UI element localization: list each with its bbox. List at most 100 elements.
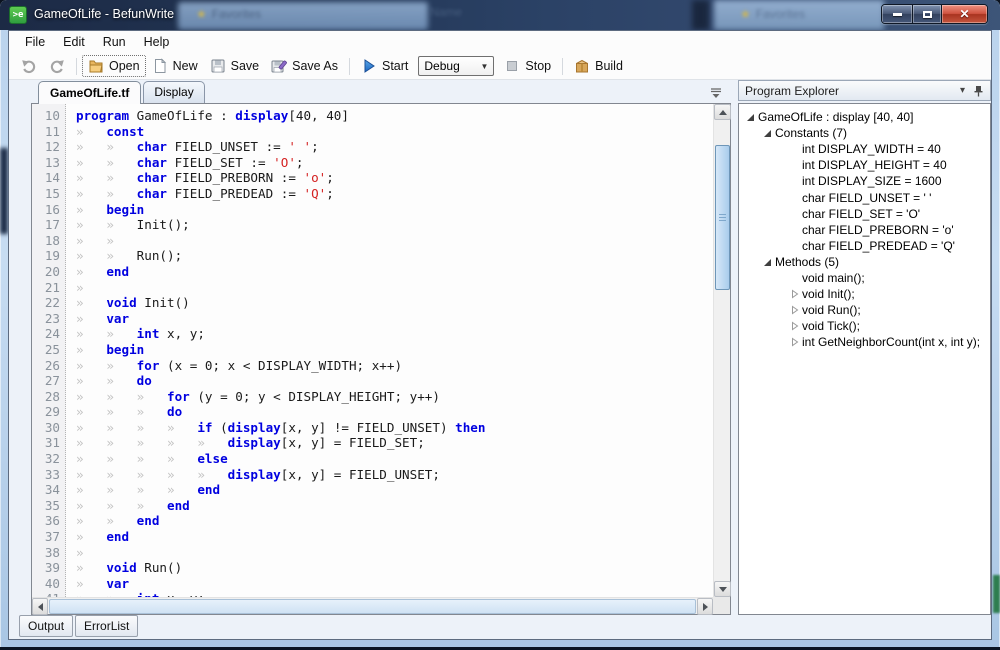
tree-item[interactable]: char FIELD_PREBORN = 'o' — [739, 222, 990, 238]
line-number: 16 — [32, 202, 66, 218]
glass-edge-ghost — [993, 575, 1000, 613]
start-button[interactable]: Start — [355, 55, 414, 77]
tab-whitespace-glyphs: » » » » — [76, 482, 197, 497]
debug-mode-select[interactable]: Debug ▼ — [418, 56, 494, 76]
code-token: FIELD_UNSET := — [167, 139, 288, 154]
menu-help[interactable]: Help — [135, 33, 179, 51]
line-number: 15 — [32, 186, 66, 202]
tab-whitespace-glyphs: » » — [76, 186, 137, 201]
code-line: 17» » Init(); — [32, 217, 713, 233]
panel-menu-icon[interactable]: ▾ — [960, 85, 965, 96]
code-token: ; — [326, 170, 334, 185]
code-line: 23» var — [32, 311, 713, 327]
menu-edit[interactable]: Edit — [54, 33, 94, 51]
ghost-favorites-label: ★ Favorites — [196, 7, 261, 21]
program-explorer-header[interactable]: Program Explorer ▾ — [738, 80, 991, 101]
menu-file[interactable]: File — [16, 33, 54, 51]
tab-whitespace-glyphs: » » — [76, 326, 137, 341]
window-title: GameOfLife - BefunWrite — [34, 7, 174, 21]
tree-item[interactable]: Methods (5) — [739, 254, 990, 270]
build-button[interactable]: Build — [568, 55, 629, 77]
minimize-icon — [893, 13, 902, 16]
tree-item[interactable]: char FIELD_SET = 'O' — [739, 206, 990, 222]
code-line: 10program GameOfLife : display[40, 40] — [32, 108, 713, 124]
main-content: GameOfLife.tf Display 10program GameOfLi… — [9, 80, 991, 613]
tab-output[interactable]: Output — [19, 615, 73, 637]
tree-item[interactable]: GameOfLife : display [40, 40] — [739, 109, 990, 125]
tree-item-label: char FIELD_SET = 'O' — [802, 207, 920, 221]
close-button[interactable]: ✕ — [942, 5, 987, 23]
line-number: 22 — [32, 295, 66, 311]
line-number: 14 — [32, 170, 66, 186]
minimize-button[interactable] — [882, 5, 913, 23]
redo-button[interactable] — [43, 55, 71, 77]
tree-item[interactable]: Constants (7) — [739, 125, 990, 141]
menu-run[interactable]: Run — [94, 33, 135, 51]
tab-errorlist[interactable]: ErrorList — [75, 615, 138, 637]
line-number: 20 — [32, 264, 66, 280]
keyword-token: end — [106, 264, 129, 279]
save-button[interactable]: Save — [204, 55, 266, 77]
line-number: 18 — [32, 233, 66, 249]
title-bar[interactable]: ★ Favorites Name ★ Favorites >e GameOfLi… — [0, 0, 1000, 30]
tab-gameoflife-tf[interactable]: GameOfLife.tf — [38, 81, 141, 104]
string-token: 'O' — [273, 155, 296, 170]
code-text: » » char FIELD_SET := 'O'; — [66, 155, 304, 171]
save-as-button[interactable]: Save As — [265, 55, 344, 77]
tab-whitespace-glyphs: » » — [76, 373, 137, 388]
pin-icon[interactable] — [973, 85, 984, 97]
keyword-token: end — [106, 529, 129, 544]
tree-item[interactable]: int DISPLAY_HEIGHT = 40 — [739, 157, 990, 173]
new-button[interactable]: New — [146, 55, 204, 77]
tree-item-label: Methods (5) — [775, 255, 839, 269]
arrow-left-icon — [38, 603, 43, 611]
tree-item[interactable]: int DISPLAY_WIDTH = 40 — [739, 141, 990, 157]
code-line: 31» » » » » display[x, y] = FIELD_SET; — [32, 435, 713, 451]
tree-item[interactable]: void Tick(); — [739, 318, 990, 334]
tree-item[interactable]: char FIELD_PREDEAD = 'Q' — [739, 238, 990, 254]
code-text: » » — [66, 233, 137, 249]
tree-item[interactable]: char FIELD_UNSET = ' ' — [739, 189, 990, 205]
scroll-left-button[interactable] — [32, 598, 48, 615]
tab-display[interactable]: Display — [143, 81, 204, 103]
vertical-scrollbar[interactable] — [713, 104, 730, 597]
code-surface[interactable]: 10program GameOfLife : display[40, 40]11… — [32, 104, 713, 597]
keyword-token: if — [197, 420, 212, 435]
tab-whitespace-glyphs: » » — [76, 513, 137, 528]
tab-whitespace-glyphs: » » — [76, 139, 137, 154]
tree-item[interactable]: int GetNeighborCount(int x, int y); — [739, 334, 990, 350]
stop-button[interactable]: Stop — [498, 55, 557, 77]
scroll-down-button[interactable] — [714, 581, 731, 597]
scroll-right-button[interactable] — [697, 598, 713, 615]
keyword-token: begin — [106, 202, 144, 217]
tree-expanded-icon — [761, 128, 775, 138]
line-number: 28 — [32, 389, 66, 405]
tree-item[interactable]: void main(); — [739, 270, 990, 286]
tab-whitespace-glyphs: » » » — [76, 389, 167, 404]
code-rows: 10program GameOfLife : display[40, 40]11… — [32, 108, 713, 597]
arrow-up-icon — [719, 110, 727, 115]
keyword-token: else — [197, 451, 227, 466]
tree-item[interactable]: void Run(); — [739, 302, 990, 318]
keyword-token: display — [235, 108, 288, 123]
scroll-up-button[interactable] — [714, 104, 731, 120]
tree-item[interactable]: int DISPLAY_SIZE = 1600 — [739, 173, 990, 189]
horizontal-scroll-thumb[interactable] — [49, 599, 696, 614]
maximize-button[interactable] — [913, 5, 942, 23]
app-icon[interactable]: >e — [9, 6, 27, 24]
tree-expanded-icon — [744, 112, 758, 122]
undo-button[interactable] — [15, 55, 43, 77]
code-line: 18 » » — [32, 233, 713, 249]
horizontal-scrollbar[interactable] — [32, 597, 713, 614]
document-list-icon[interactable] — [709, 88, 723, 99]
tree-item[interactable]: void Init(); — [739, 286, 990, 302]
tab-whitespace-glyphs: » — [76, 545, 106, 560]
tab-whitespace-glyphs: » » — [76, 233, 137, 248]
code-line: 34» » » » end — [32, 482, 713, 498]
open-button[interactable]: Open — [82, 55, 146, 77]
vertical-scroll-thumb[interactable] — [715, 145, 730, 290]
tree-item-label: int DISPLAY_HEIGHT = 40 — [802, 158, 947, 172]
code-token: (y = 0; y < DISPLAY_HEIGHT; y++) — [190, 389, 440, 404]
thumb-grip — [719, 214, 726, 215]
code-line: 28» » » for (y = 0; y < DISPLAY_HEIGHT; … — [32, 389, 713, 405]
